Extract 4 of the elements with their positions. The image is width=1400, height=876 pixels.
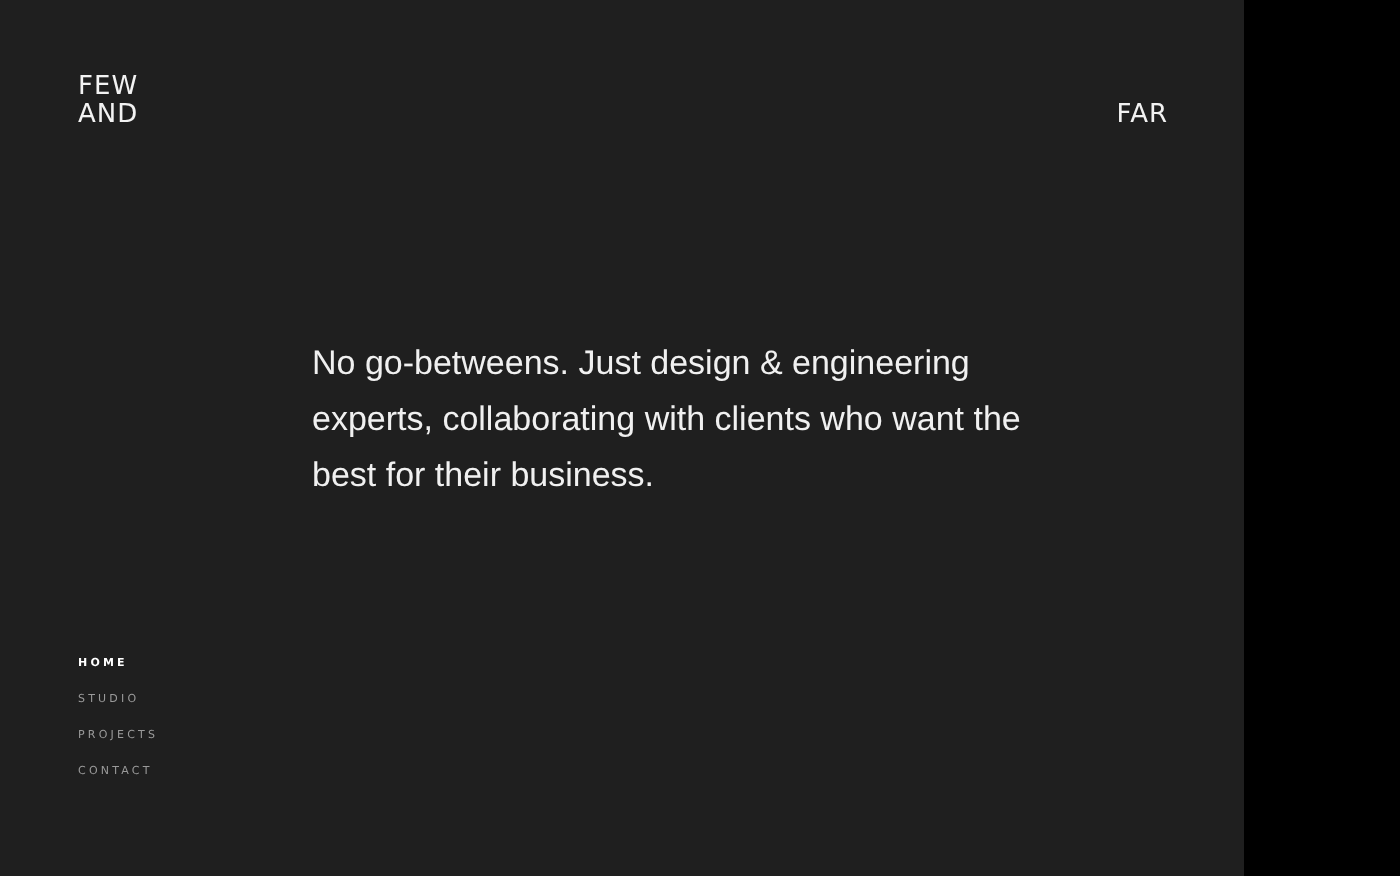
intro-paragraph: No go-betweens. Just design & engineering experts, collaborating with clients who want the best for their business.: [312, 342, 1023, 498]
logo-text: AND: [78, 102, 139, 130]
logo-text: FAR: [1116, 102, 1168, 130]
logo-text: FEW: [78, 74, 139, 102]
